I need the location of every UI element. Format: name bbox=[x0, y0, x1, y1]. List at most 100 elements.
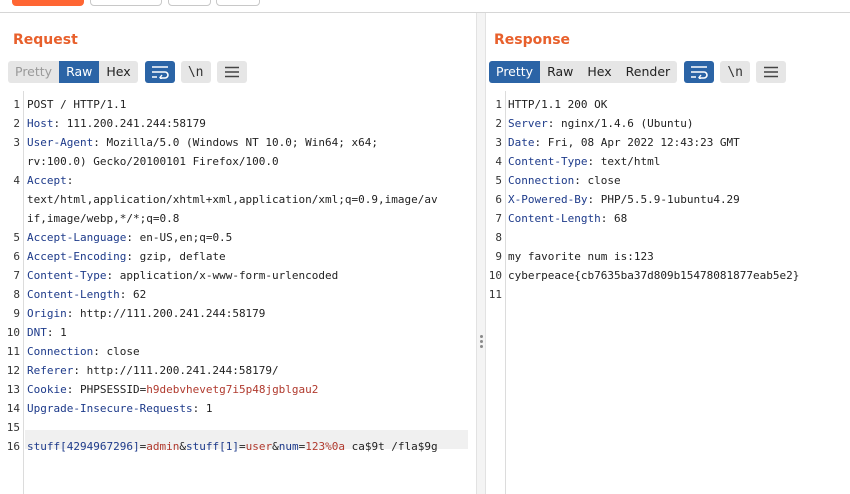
code-line: HTTP/1.1 200 OK bbox=[508, 98, 608, 111]
response-tab-hex[interactable]: Hex bbox=[580, 61, 618, 83]
response-view-toolbar: Pretty Raw Hex Render \n bbox=[489, 61, 787, 83]
header-name: Accept-Language bbox=[27, 231, 127, 244]
code-line: Accept: bbox=[27, 171, 73, 190]
code-line: Origin: http://111.200.241.244:58179 bbox=[27, 304, 265, 323]
line-number: 11 bbox=[488, 288, 502, 301]
header-value: close bbox=[580, 174, 621, 187]
code-line: Host: 111.200.241.244:58179 bbox=[27, 114, 206, 133]
code-line: cyberpeace{cb7635ba37d809b15478081877eab… bbox=[508, 269, 800, 282]
request-tab-hex[interactable]: Hex bbox=[99, 61, 137, 83]
hamburger-menu-icon bbox=[764, 66, 779, 78]
code-line: DNT: 1 bbox=[27, 323, 67, 342]
response-tab-render[interactable]: Render bbox=[619, 61, 678, 83]
request-menu-button[interactable] bbox=[216, 61, 247, 83]
code-line: Accept-Encoding: gzip, deflate bbox=[27, 247, 226, 266]
line-number: 8 bbox=[13, 288, 20, 301]
nav-forward-button[interactable] bbox=[216, 0, 260, 6]
request-editor[interactable]: 1 2 3 4 5 6 7 8 9 10 11 12 13 14 15 16 POST / HTTP/1.1 H… bbox=[0, 91, 476, 494]
header-value: 1 bbox=[53, 326, 67, 339]
splitter-grip-dot bbox=[480, 345, 483, 348]
response-menu-button[interactable] bbox=[756, 61, 787, 83]
response-tab-pretty[interactable]: Pretty bbox=[489, 61, 541, 83]
top-toolbar bbox=[0, 0, 850, 12]
line-number: 2 bbox=[13, 117, 20, 130]
header-name: DNT bbox=[27, 326, 47, 339]
header-value: 68 bbox=[607, 212, 628, 225]
param-separator: = bbox=[238, 440, 246, 453]
response-pane: Response Pretty Raw Hex Render \n 1 2 3 4 5 6… bbox=[486, 13, 850, 494]
request-newline-button[interactable]: \n bbox=[180, 61, 211, 83]
hamburger-menu-icon bbox=[224, 66, 239, 78]
line-number: 3 bbox=[495, 136, 502, 149]
header-name: Referer bbox=[27, 364, 74, 377]
param-separator: ca$9t /fla$9g bbox=[344, 440, 438, 453]
splitter-grip-dot bbox=[480, 335, 483, 338]
code-line: Upgrade-Insecure-Requests: 1 bbox=[27, 399, 212, 418]
code-line: if,image/webp,*/*;q=0.8 bbox=[27, 212, 180, 225]
header-name: Upgrade-Insecure-Requests bbox=[27, 402, 193, 415]
code-line: Date: Fri, 08 Apr 2022 12:43:23 GMT bbox=[508, 133, 740, 152]
request-tab-pretty[interactable]: Pretty bbox=[8, 61, 59, 83]
param-separator: & bbox=[272, 440, 279, 453]
header-value: http://111.200.241.244:58179 bbox=[73, 307, 266, 320]
pane-splitter[interactable] bbox=[476, 13, 486, 494]
header-value: Fri, 08 Apr 2022 12:43:23 GMT bbox=[541, 136, 740, 149]
header-name: Content-Type bbox=[27, 269, 107, 282]
header-name: Origin bbox=[27, 307, 67, 320]
request-view-toolbar: Pretty Raw Hex \n bbox=[8, 61, 247, 83]
header-name: X-Powered-By bbox=[508, 193, 588, 206]
cookie-value: h9debvhevetg7i5p48jgblgau2 bbox=[146, 383, 319, 396]
line-number: 3 bbox=[13, 136, 20, 149]
code-line: text/html,application/xhtml+xml,applicat… bbox=[27, 193, 438, 206]
line-number: 11 bbox=[6, 345, 20, 358]
line-number: 7 bbox=[13, 269, 20, 282]
header-colon: : bbox=[126, 250, 133, 263]
code-line: User-Agent: Mozilla/5.0 (Windows NT 10.0… bbox=[27, 133, 378, 152]
code-line: stuff[4294967296]=admin&stuff[1]=user&nu… bbox=[27, 437, 438, 456]
line-number: 1 bbox=[13, 98, 20, 111]
request-mode-tabs: Pretty Raw Hex bbox=[8, 61, 138, 83]
code-line: Content-Type: text/html bbox=[508, 152, 660, 171]
header-value: PHP/5.5.9-1ubuntu4.29 bbox=[594, 193, 740, 206]
response-line-gutter: 1 2 3 4 5 6 7 8 9 10 11 bbox=[486, 91, 506, 494]
line-number: 4 bbox=[13, 174, 20, 187]
code-line: POST / HTTP/1.1 bbox=[27, 98, 127, 111]
line-number: 15 bbox=[6, 421, 20, 434]
line-number: 9 bbox=[13, 307, 20, 320]
header-name: Content-Type bbox=[508, 155, 588, 168]
code-line: Content-Length: 68 bbox=[508, 209, 627, 228]
code-line: Server: nginx/1.4.6 (Ubuntu) bbox=[508, 114, 693, 133]
line-number: 13 bbox=[6, 383, 20, 396]
send-button[interactable] bbox=[12, 0, 84, 6]
header-colon: : bbox=[574, 174, 581, 187]
line-number: 10 bbox=[6, 326, 20, 339]
header-colon: : bbox=[126, 231, 133, 244]
header-value: gzip, deflate bbox=[132, 250, 226, 263]
header-name: Content-Length bbox=[508, 212, 601, 225]
cancel-button[interactable] bbox=[90, 0, 162, 6]
request-wrap-lines-button[interactable] bbox=[144, 61, 175, 83]
header-value: en-US,en;q=0.5 bbox=[132, 231, 233, 244]
line-number: 5 bbox=[495, 174, 502, 187]
code-line: Content-Length: 62 bbox=[27, 285, 146, 304]
line-number: 6 bbox=[495, 193, 502, 206]
header-value: close bbox=[99, 345, 140, 358]
response-wrap-lines-button[interactable] bbox=[684, 61, 715, 83]
header-value: 1 bbox=[199, 402, 213, 415]
response-editor[interactable]: 1 2 3 4 5 6 7 8 9 10 11 HTTP/1.1 200 OK Server: ngi… bbox=[486, 91, 850, 494]
code-line: Connection: close bbox=[508, 171, 621, 190]
response-tab-raw[interactable]: Raw bbox=[540, 61, 580, 83]
header-colon: : bbox=[73, 364, 80, 377]
header-value: nginx/1.4.6 (Ubuntu) bbox=[554, 117, 694, 130]
line-number: 4 bbox=[495, 155, 502, 168]
request-tab-raw[interactable]: Raw bbox=[59, 61, 100, 83]
request-pane: Request Pretty Raw Hex \n 1 2 3 4 5 6 7 8 9 10 11 1… bbox=[0, 13, 476, 494]
response-newline-button[interactable]: \n bbox=[720, 61, 751, 83]
header-name: Accept-Encoding bbox=[27, 250, 127, 263]
header-colon: : bbox=[46, 326, 54, 339]
param-value: 123%0a bbox=[305, 440, 345, 453]
nav-back-button[interactable] bbox=[168, 0, 211, 6]
header-value: Mozilla/5.0 (Windows NT 10.0; Win64; x64… bbox=[99, 136, 379, 149]
line-number: 5 bbox=[13, 231, 20, 244]
header-colon: : bbox=[93, 345, 100, 358]
